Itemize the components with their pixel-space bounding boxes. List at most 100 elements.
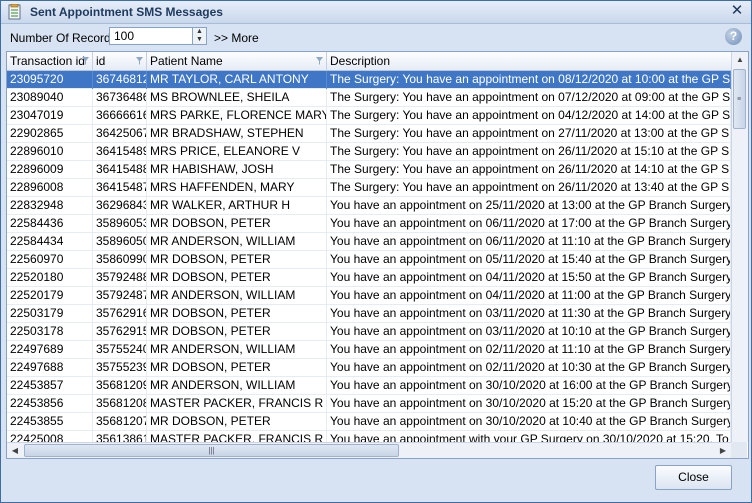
horizontal-scrollbar[interactable]: ◀ ||| ▶ xyxy=(7,442,731,458)
filter-icon[interactable] xyxy=(82,57,89,65)
horizontal-scroll-thumb[interactable]: ||| xyxy=(24,444,399,457)
records-label: Number Of Records xyxy=(10,31,117,45)
description-cell: The Surgery: You have an appointment on … xyxy=(327,71,731,89)
grid-header: Transaction id id Patient Name Descripti… xyxy=(7,52,731,71)
table-row[interactable]: 22896009 36415488 MR HABISHAW, JOSH The Sur… xyxy=(7,161,731,179)
records-count-input[interactable]: 100 xyxy=(109,27,193,45)
id-cell: 35792488 xyxy=(93,269,147,287)
description-cell: You have an appointment on 02/11/2020 at… xyxy=(327,359,731,377)
id-cell: 35860990 xyxy=(93,251,147,269)
table-row[interactable]: 22560970 35860990 MR DOBSON, PETER You have… xyxy=(7,251,731,269)
transaction-id-cell: 23047019 xyxy=(7,107,93,125)
patient-name-cell: MR DOBSON, PETER xyxy=(147,359,327,377)
id-cell: 36666616 xyxy=(93,107,147,125)
table-row[interactable]: 22896008 36415487 MRS HAFFENDEN, MARY The S… xyxy=(7,179,731,197)
description-cell: You have an appointment on 03/11/2020 at… xyxy=(327,305,731,323)
transaction-id-cell: 22453856 xyxy=(7,395,93,413)
table-row[interactable]: 22584434 35896050 MR ANDERSON, WILLIAM You … xyxy=(7,233,731,251)
vertical-scrollbar[interactable]: ▲ ≡ xyxy=(731,52,748,442)
table-row[interactable]: 22896010 36415489 MRS PRICE, ELEANORE V The… xyxy=(7,143,731,161)
transaction-id-cell: 22896010 xyxy=(7,143,93,161)
messages-grid: Transaction id id Patient Name Descripti… xyxy=(6,51,749,459)
description-cell: You have an appointment on 03/11/2020 at… xyxy=(327,323,731,341)
vertical-scroll-thumb[interactable]: ≡ xyxy=(733,69,746,129)
description-cell: You have an appointment on 25/11/2020 at… xyxy=(327,197,731,215)
scroll-corner xyxy=(731,442,747,458)
description-cell: You have an appointment on 30/10/2020 at… xyxy=(327,413,731,431)
table-row[interactable]: 22453856 35681208 MASTER PACKER, FRANCIS R… xyxy=(7,395,731,413)
id-cell: 35755239 xyxy=(93,359,147,377)
description-cell: You have an appointment on 06/11/2020 at… xyxy=(327,215,731,233)
patient-name-cell: MR DOBSON, PETER xyxy=(147,215,327,233)
table-row[interactable]: 22832948 36296843 MR WALKER, ARTHUR H You h… xyxy=(7,197,731,215)
id-cell: 36746812 xyxy=(93,71,147,89)
id-cell: 36415489 xyxy=(93,143,147,161)
close-button[interactable]: Close xyxy=(655,465,732,490)
transaction-id-cell: 22453857 xyxy=(7,377,93,395)
patient-name-cell: MR DOBSON, PETER xyxy=(147,413,327,431)
table-row[interactable]: 22520179 35792487 MR ANDERSON, WILLIAM You … xyxy=(7,287,731,305)
table-row[interactable]: 22497688 35755239 MR DOBSON, PETER You have… xyxy=(7,359,731,377)
filter-icon[interactable] xyxy=(316,57,323,65)
filter-icon[interactable] xyxy=(136,57,143,65)
id-cell: 35762915 xyxy=(93,323,147,341)
table-row[interactable]: 22902865 36425067 MR BRADSHAW, STEPHEN The … xyxy=(7,125,731,143)
patient-name-cell: MASTER PACKER, FRANCIS R xyxy=(147,431,327,442)
table-row[interactable]: 22584436 35896053 MR DOBSON, PETER You have… xyxy=(7,215,731,233)
patient-name-cell: MR WALKER, ARTHUR H xyxy=(147,197,327,215)
transaction-id-cell: 22425008 xyxy=(7,431,93,442)
description-cell: The Surgery: You have an appointment on … xyxy=(327,143,731,161)
table-row[interactable]: 22453855 35681207 MR DOBSON, PETER You have… xyxy=(7,413,731,431)
id-cell: 36296843 xyxy=(93,197,147,215)
title-bar: Sent Appointment SMS Messages ✕ xyxy=(1,1,751,24)
column-header-description[interactable]: Description xyxy=(327,52,731,70)
spin-up-icon[interactable]: ▲ xyxy=(193,28,206,36)
description-cell: You have an appointment on 02/11/2020 at… xyxy=(327,341,731,359)
spin-down-icon[interactable]: ▼ xyxy=(193,36,206,44)
table-row[interactable]: 23089040 36736486 MS BROWNLEE, SHEILA The S… xyxy=(7,89,731,107)
scroll-right-icon[interactable]: ▶ xyxy=(715,443,731,458)
patient-name-cell: MR DOBSON, PETER xyxy=(147,251,327,269)
transaction-id-cell: 22497689 xyxy=(7,341,93,359)
id-cell: 35613861 xyxy=(93,431,147,442)
id-cell: 35896050 xyxy=(93,233,147,251)
table-row[interactable]: 23047019 36666616 MRS PARKE, FLORENCE MARY… xyxy=(7,107,731,125)
table-row[interactable]: 22497689 35755240 MR ANDERSON, WILLIAM You … xyxy=(7,341,731,359)
id-cell: 36415488 xyxy=(93,161,147,179)
column-header-patient-name[interactable]: Patient Name xyxy=(147,52,327,70)
description-cell: You have an appointment on 30/10/2020 at… xyxy=(327,377,731,395)
table-row[interactable]: 22503179 35762916 MR DOBSON, PETER You have… xyxy=(7,305,731,323)
description-cell: The Surgery: You have an appointment on … xyxy=(327,125,731,143)
description-cell: The Surgery: You have an appointment on … xyxy=(327,161,731,179)
patient-name-cell: MRS PARKE, FLORENCE MARY xyxy=(147,107,327,125)
close-icon[interactable]: ✕ xyxy=(729,3,745,19)
toolbar: Number Of Records 100 ▲ ▼ >> More ? xyxy=(1,24,751,50)
patient-name-cell: MR ANDERSON, WILLIAM xyxy=(147,287,327,305)
table-row[interactable]: 22453857 35681209 MR ANDERSON, WILLIAM You … xyxy=(7,377,731,395)
id-cell: 35755240 xyxy=(93,341,147,359)
description-cell: You have an appointment with your GP Sur… xyxy=(327,431,731,442)
patient-name-cell: MR ANDERSON, WILLIAM xyxy=(147,233,327,251)
column-header-id[interactable]: id xyxy=(93,52,147,70)
id-cell: 35681209 xyxy=(93,377,147,395)
transaction-id-cell: 22902865 xyxy=(7,125,93,143)
table-row[interactable]: 23095720 36746812 MR TAYLOR, CARL ANTONY Th… xyxy=(7,71,731,89)
transaction-id-cell: 22453855 xyxy=(7,413,93,431)
description-cell: You have an appointment on 04/11/2020 at… xyxy=(327,269,731,287)
more-records-link[interactable]: >> More xyxy=(214,31,259,45)
table-row[interactable]: 22503178 35762915 MR DOBSON, PETER You have… xyxy=(7,323,731,341)
id-cell: 35681207 xyxy=(93,413,147,431)
table-row[interactable]: 22520180 35792488 MR DOBSON, PETER You have… xyxy=(7,269,731,287)
description-cell: You have an appointment on 04/11/2020 at… xyxy=(327,287,731,305)
transaction-id-cell: 22560970 xyxy=(7,251,93,269)
patient-name-cell: MRS PRICE, ELEANORE V xyxy=(147,143,327,161)
scroll-up-icon[interactable]: ▲ xyxy=(732,52,748,68)
patient-name-cell: MR ANDERSON, WILLIAM xyxy=(147,341,327,359)
id-cell: 35792487 xyxy=(93,287,147,305)
scroll-left-icon[interactable]: ◀ xyxy=(7,443,23,458)
column-header-transaction-id[interactable]: Transaction id xyxy=(7,52,93,70)
help-icon[interactable]: ? xyxy=(725,28,742,45)
records-spinner[interactable]: ▲ ▼ xyxy=(193,27,207,45)
table-row[interactable]: 22425008 35613861 MASTER PACKER, FRANCIS R… xyxy=(7,431,731,442)
id-cell: 36425067 xyxy=(93,125,147,143)
